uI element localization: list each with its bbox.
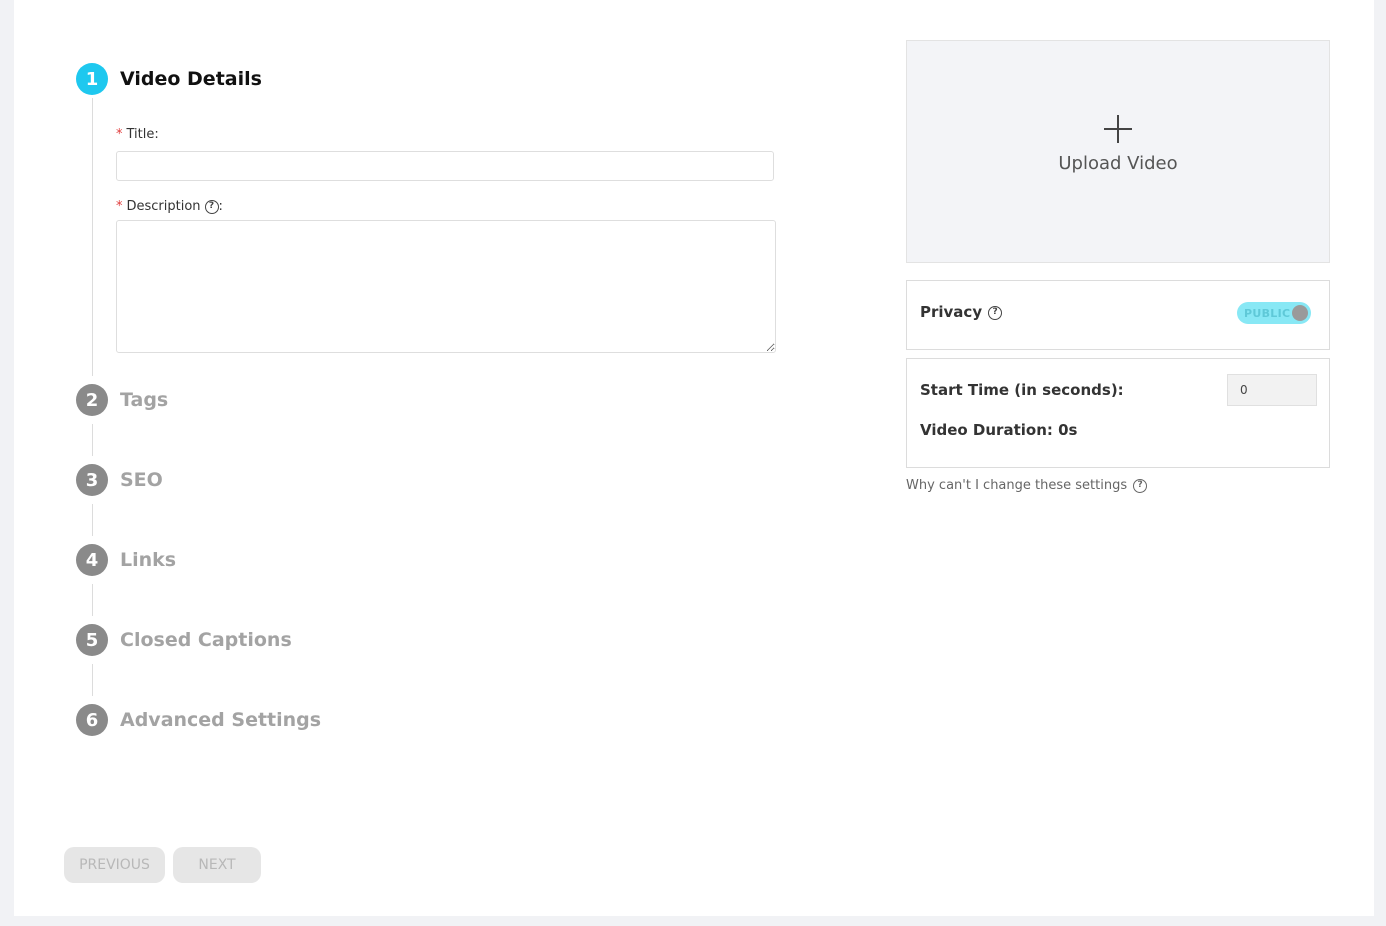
main-card: 1 Video Details * Title: * Description?: 2…	[14, 0, 1374, 916]
step-label: Tags	[120, 389, 169, 411]
step-connector	[92, 664, 93, 696]
step-video-details[interactable]: 1 Video Details	[76, 63, 262, 95]
upload-video-area[interactable]: Upload Video	[906, 40, 1330, 263]
help-icon[interactable]: ?	[204, 199, 219, 214]
colon: :	[218, 199, 223, 214]
help-icon[interactable]: ?	[988, 305, 1003, 320]
description-input[interactable]	[116, 220, 776, 353]
step-connector	[92, 98, 93, 376]
privacy-toggle[interactable]: PUBLIC	[1237, 302, 1311, 324]
step-number: 2	[76, 384, 108, 416]
required-mark: *	[116, 199, 123, 214]
step-label: SEO	[120, 469, 163, 491]
step-tags[interactable]: 2 Tags	[76, 384, 168, 416]
step-label: Advanced Settings	[120, 709, 322, 731]
next-button[interactable]: NEXT	[173, 847, 261, 883]
step-number: 4	[76, 544, 108, 576]
privacy-label: Privacy?	[920, 303, 1003, 321]
step-number: 6	[76, 704, 108, 736]
colon: :	[154, 127, 159, 142]
step-connector	[92, 584, 93, 616]
settings-help-link[interactable]: Why can't I change these settings?	[906, 478, 1148, 493]
toggle-knob	[1292, 305, 1308, 321]
plus-icon	[1104, 115, 1132, 143]
required-mark: *	[116, 127, 123, 142]
step-links[interactable]: 4 Links	[76, 544, 176, 576]
step-label: Video Details	[120, 68, 262, 90]
toggle-text: PUBLIC	[1244, 307, 1291, 320]
start-time-input[interactable]	[1227, 374, 1317, 406]
step-connector	[92, 504, 93, 536]
step-connector	[92, 424, 93, 456]
settings-help-text: Why can't I change these settings	[906, 478, 1128, 493]
privacy-panel: Privacy? PUBLIC	[906, 280, 1330, 350]
step-number: 3	[76, 464, 108, 496]
step-number: 1	[76, 63, 108, 95]
step-label: Links	[120, 549, 177, 571]
previous-button[interactable]: PREVIOUS	[64, 847, 165, 883]
video-duration: Video Duration: 0s	[920, 421, 1078, 439]
step-number: 5	[76, 624, 108, 656]
help-icon[interactable]: ?	[1133, 478, 1148, 493]
timing-panel: Start Time (in seconds): Video Duration:…	[906, 358, 1330, 468]
privacy-label-text: Privacy	[920, 303, 983, 321]
title-label-text: Title	[126, 127, 155, 142]
title-input[interactable]	[116, 151, 774, 181]
title-label: * Title:	[116, 127, 159, 142]
start-time-label: Start Time (in seconds):	[920, 381, 1124, 399]
step-seo[interactable]: 3 SEO	[76, 464, 163, 496]
step-label: Closed Captions	[120, 629, 292, 651]
step-closed-captions[interactable]: 5 Closed Captions	[76, 624, 292, 656]
step-advanced-settings[interactable]: 6 Advanced Settings	[76, 704, 321, 736]
description-label: * Description?:	[116, 199, 223, 214]
upload-video-label: Upload Video	[1058, 153, 1178, 174]
description-label-text: Description	[126, 199, 201, 214]
